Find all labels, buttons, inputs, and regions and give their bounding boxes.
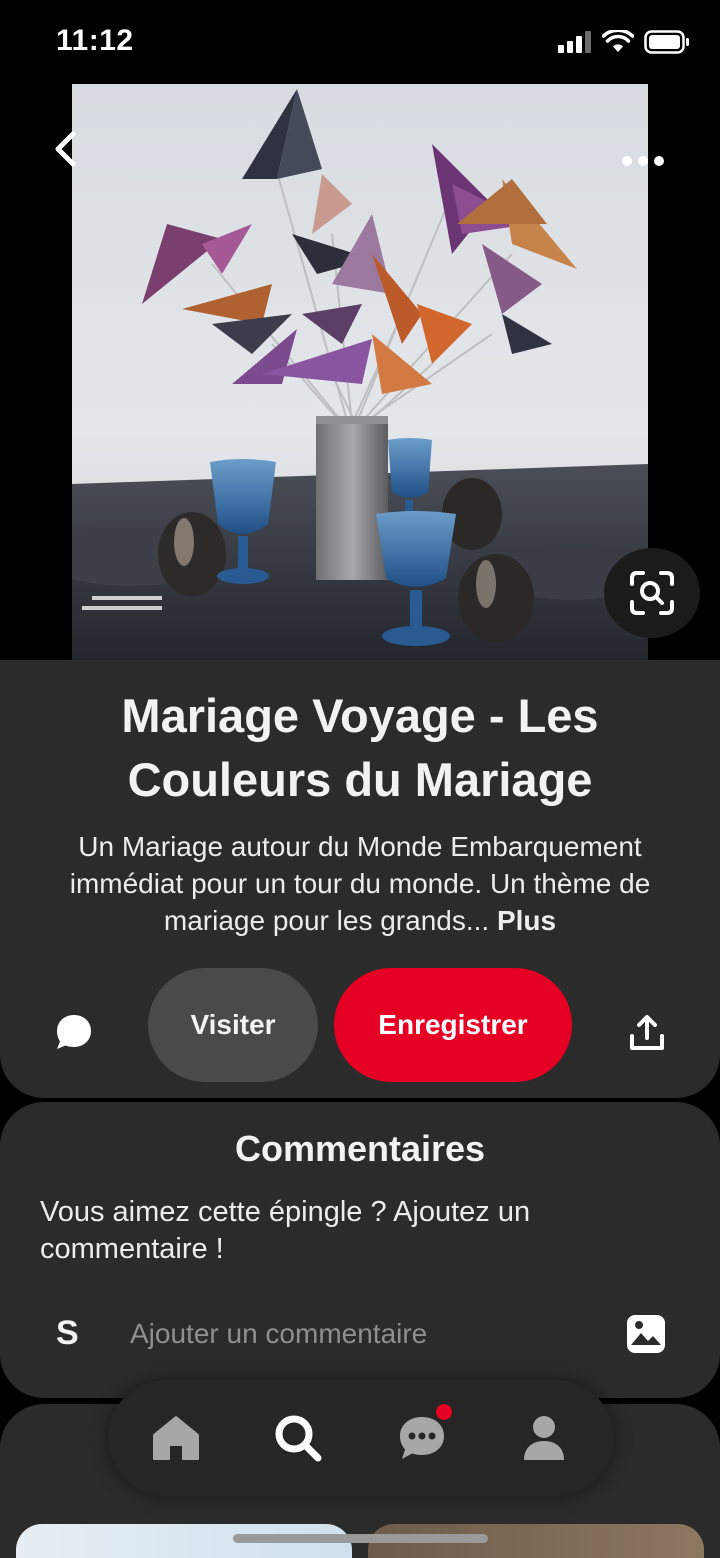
add-comment-row: S xyxy=(0,1302,720,1366)
pin-info-card: Mariage Voyage - Les Couleurs du Mariage… xyxy=(0,660,720,1098)
visit-button[interactable]: Visiter xyxy=(148,968,318,1082)
pin-image[interactable] xyxy=(72,84,648,662)
comments-prompt: Vous aimez cette épingle ? Ajoutez un co… xyxy=(40,1196,531,1265)
profile-icon xyxy=(524,1416,564,1460)
notification-dot xyxy=(436,1404,452,1420)
home-indicator xyxy=(233,1534,488,1543)
more-options-button[interactable] xyxy=(612,136,674,186)
pin-title: Mariage Voyage - Les Couleurs du Mariage xyxy=(121,689,599,806)
home-icon xyxy=(153,1416,199,1460)
cellular-signal-icon xyxy=(558,31,591,53)
messages-icon xyxy=(400,1417,444,1459)
share-upload-icon xyxy=(630,1015,664,1050)
share-button[interactable] xyxy=(620,1006,674,1060)
comment-button[interactable] xyxy=(46,1004,102,1060)
status-icons xyxy=(556,30,690,54)
comments-title: Commentaires xyxy=(234,1128,486,1169)
bottom-tab-bar xyxy=(108,1380,614,1496)
pin-actions: Visiter Enregistrer xyxy=(0,968,720,1084)
speech-bubble-icon xyxy=(57,1015,91,1049)
chevron-left-icon xyxy=(55,131,76,167)
avatar[interactable]: S xyxy=(56,1314,79,1353)
visual-search-button[interactable] xyxy=(604,548,700,638)
status-time: 11:12 xyxy=(56,24,134,57)
battery-icon xyxy=(644,30,689,54)
pin-image-illustration xyxy=(72,84,648,662)
more-link[interactable]: Plus xyxy=(497,905,556,936)
comment-input[interactable] xyxy=(130,1312,600,1356)
wifi-icon xyxy=(602,30,634,52)
image-icon xyxy=(627,1315,665,1353)
pin-description: Un Mariage autour du Monde Embarquement … xyxy=(30,828,690,939)
search-icon xyxy=(275,1415,322,1462)
tab-messages[interactable] xyxy=(394,1404,452,1466)
status-bar: 11:12 xyxy=(0,0,720,84)
comments-card: Commentaires Vous aimez cette épingle ? … xyxy=(0,1102,720,1398)
save-button[interactable]: Enregistrer xyxy=(334,968,572,1082)
add-image-button[interactable] xyxy=(626,1314,666,1354)
tab-profile[interactable] xyxy=(516,1410,572,1466)
ellipsis-icon xyxy=(622,156,664,166)
lens-search-icon xyxy=(630,571,674,615)
tab-search[interactable] xyxy=(270,1410,326,1466)
tab-home[interactable] xyxy=(148,1410,204,1466)
back-button[interactable] xyxy=(40,124,90,174)
pin-description-text: Un Mariage autour du Monde Embarquement … xyxy=(69,831,651,936)
